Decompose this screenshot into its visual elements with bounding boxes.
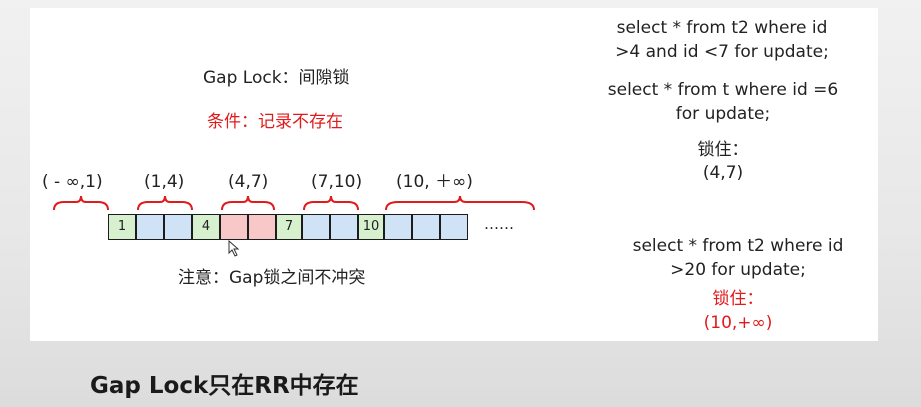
sql-2-line-1: select * from t where id =6 bbox=[607, 80, 839, 100]
cell-4: 4 bbox=[192, 214, 220, 240]
range-brace-4 bbox=[303, 195, 359, 211]
gap-cell bbox=[302, 214, 330, 240]
footer-heading: Gap Lock只在RR中存在 bbox=[90, 373, 359, 399]
lock-1-label: 锁住： bbox=[697, 140, 749, 160]
note-text: 注意：Gap锁之间不冲突 bbox=[178, 268, 366, 288]
cell-1: 1 bbox=[108, 214, 136, 240]
diagram-title: Gap Lock：间隙锁 bbox=[203, 68, 350, 88]
range-brace-1 bbox=[53, 195, 109, 211]
sql-1-line-1: select * from t2 where id bbox=[616, 18, 828, 38]
locked-gap-cell bbox=[220, 214, 248, 240]
ellipsis: …… bbox=[484, 215, 514, 233]
gap-cell bbox=[440, 214, 468, 240]
locked-gap-cell bbox=[248, 214, 276, 240]
sql-1-line-2: >4 and id <7 for update; bbox=[615, 42, 829, 62]
gap-cell bbox=[136, 214, 164, 240]
gap-cell bbox=[330, 214, 358, 240]
cell-7: 7 bbox=[276, 214, 302, 240]
condition-text: 条件：记录不存在 bbox=[207, 112, 343, 132]
range-label-4: (7,10) bbox=[311, 172, 363, 192]
gap-cell bbox=[412, 214, 440, 240]
range-label-5: (10, ＋∞) bbox=[396, 172, 473, 192]
range-label-2: (1,4) bbox=[144, 172, 185, 192]
lock-2-value: (10,+∞) bbox=[703, 313, 773, 333]
range-label-3: (4,7) bbox=[228, 172, 269, 192]
lock-2-label: 锁住： bbox=[712, 289, 764, 309]
mouse-cursor-icon bbox=[228, 240, 240, 257]
gap-cell bbox=[164, 214, 192, 240]
range-brace-3 bbox=[221, 195, 275, 211]
range-label-1: ( - ∞,1) bbox=[42, 172, 103, 192]
sql-3-line-2: >20 for update; bbox=[670, 260, 806, 280]
sql-3-line-1: select * from t2 where id bbox=[632, 236, 844, 256]
lock-1-value: (4,7) bbox=[702, 163, 744, 183]
gap-cell bbox=[384, 214, 412, 240]
cell-10: 10 bbox=[358, 214, 384, 240]
range-brace-5 bbox=[385, 195, 535, 211]
range-brace-2 bbox=[137, 195, 193, 211]
sql-2-line-2: for update; bbox=[675, 104, 771, 124]
